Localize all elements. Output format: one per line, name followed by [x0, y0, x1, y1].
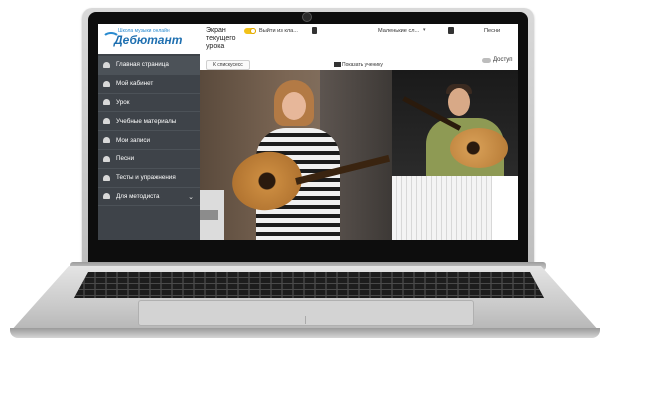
- door-icon[interactable]: [312, 27, 317, 34]
- laptop-base-edge: [10, 328, 600, 338]
- scene: Школа музыки онлайн Дебютант Главная стр…: [0, 0, 653, 400]
- logo[interactable]: Школа музыки онлайн Дебютант: [98, 24, 200, 54]
- sidebar-item-label: Тесты и упражнения: [116, 174, 176, 182]
- sidebar-item-label: Учебные материалы: [116, 117, 177, 125]
- sidebar-item-label: Главная страница: [116, 61, 169, 69]
- globe-icon: [103, 193, 110, 200]
- exit-class-label[interactable]: Выйти из кла...: [259, 28, 298, 34]
- access-label: Доступ: [493, 57, 513, 63]
- touchpad: [138, 300, 474, 326]
- sidebar-item-label: Песни: [116, 155, 135, 163]
- songs-link[interactable]: Песни: [484, 28, 500, 34]
- sidebar-item-materials[interactable]: Учебные материалы: [98, 112, 200, 132]
- show-student-button[interactable]: Показать ученику: [342, 62, 383, 68]
- sidebar: Школа музыки онлайн Дебютант Главная стр…: [98, 24, 200, 240]
- teacher-video-laptop: [200, 210, 218, 220]
- webcam-icon: [302, 12, 312, 22]
- topbar: Экран текущего урока Выйти из кла... Мал…: [200, 24, 518, 70]
- exit-class-toggle[interactable]: [244, 28, 256, 34]
- back-button[interactable]: К спискусеcc: [206, 60, 250, 70]
- home-icon: [103, 61, 110, 68]
- caret-down-icon[interactable]: ▾: [423, 27, 426, 33]
- book-icon: [103, 118, 110, 125]
- sidebar-item-methodist[interactable]: Для методиста ⌄: [98, 188, 200, 207]
- chevron-down-icon[interactable]: ⌄: [188, 193, 194, 201]
- student-guitar: [450, 128, 508, 168]
- sidebar-item-label: Мой кабинет: [116, 80, 154, 88]
- sidebar-item-songs[interactable]: Песни: [98, 150, 200, 169]
- radiator: [392, 176, 492, 240]
- page-title: Экран текущего урока: [206, 27, 236, 50]
- student-face: [448, 88, 470, 116]
- sidebar-item-label: Мои записи: [116, 136, 151, 144]
- touchpad-divider: [305, 316, 306, 324]
- teacher-face: [282, 92, 306, 120]
- user-icon: [103, 80, 110, 87]
- music-icon: [103, 155, 110, 162]
- app-screen: Школа музыки онлайн Дебютант Главная стр…: [98, 24, 518, 240]
- access-toggle[interactable]: [482, 58, 491, 63]
- sidebar-nav: Главная страница Мой кабинет Урок Учебны…: [98, 56, 200, 207]
- screen-share-icon[interactable]: [334, 62, 341, 67]
- logo-name: Дебютант: [114, 33, 183, 47]
- sidebar-item-label: Урок: [116, 98, 130, 106]
- sidebar-item-tests[interactable]: Тесты и упражнения: [98, 169, 200, 188]
- lesson-icon: [103, 99, 110, 106]
- music-icon[interactable]: [448, 27, 454, 34]
- sidebar-item-home[interactable]: Главная страница: [98, 56, 200, 75]
- keyboard-rows: [74, 272, 544, 298]
- test-icon: [103, 174, 110, 181]
- sidebar-item-records[interactable]: Мои записи: [98, 131, 200, 150]
- sidebar-item-cabinet[interactable]: Мой кабинет: [98, 75, 200, 94]
- sidebar-item-label: Для методиста: [116, 192, 160, 200]
- sidebar-item-lesson[interactable]: Урок: [98, 94, 200, 113]
- notes-icon: [103, 137, 110, 144]
- size-select[interactable]: Маленькие сл...: [378, 28, 419, 34]
- video-area: [200, 70, 518, 240]
